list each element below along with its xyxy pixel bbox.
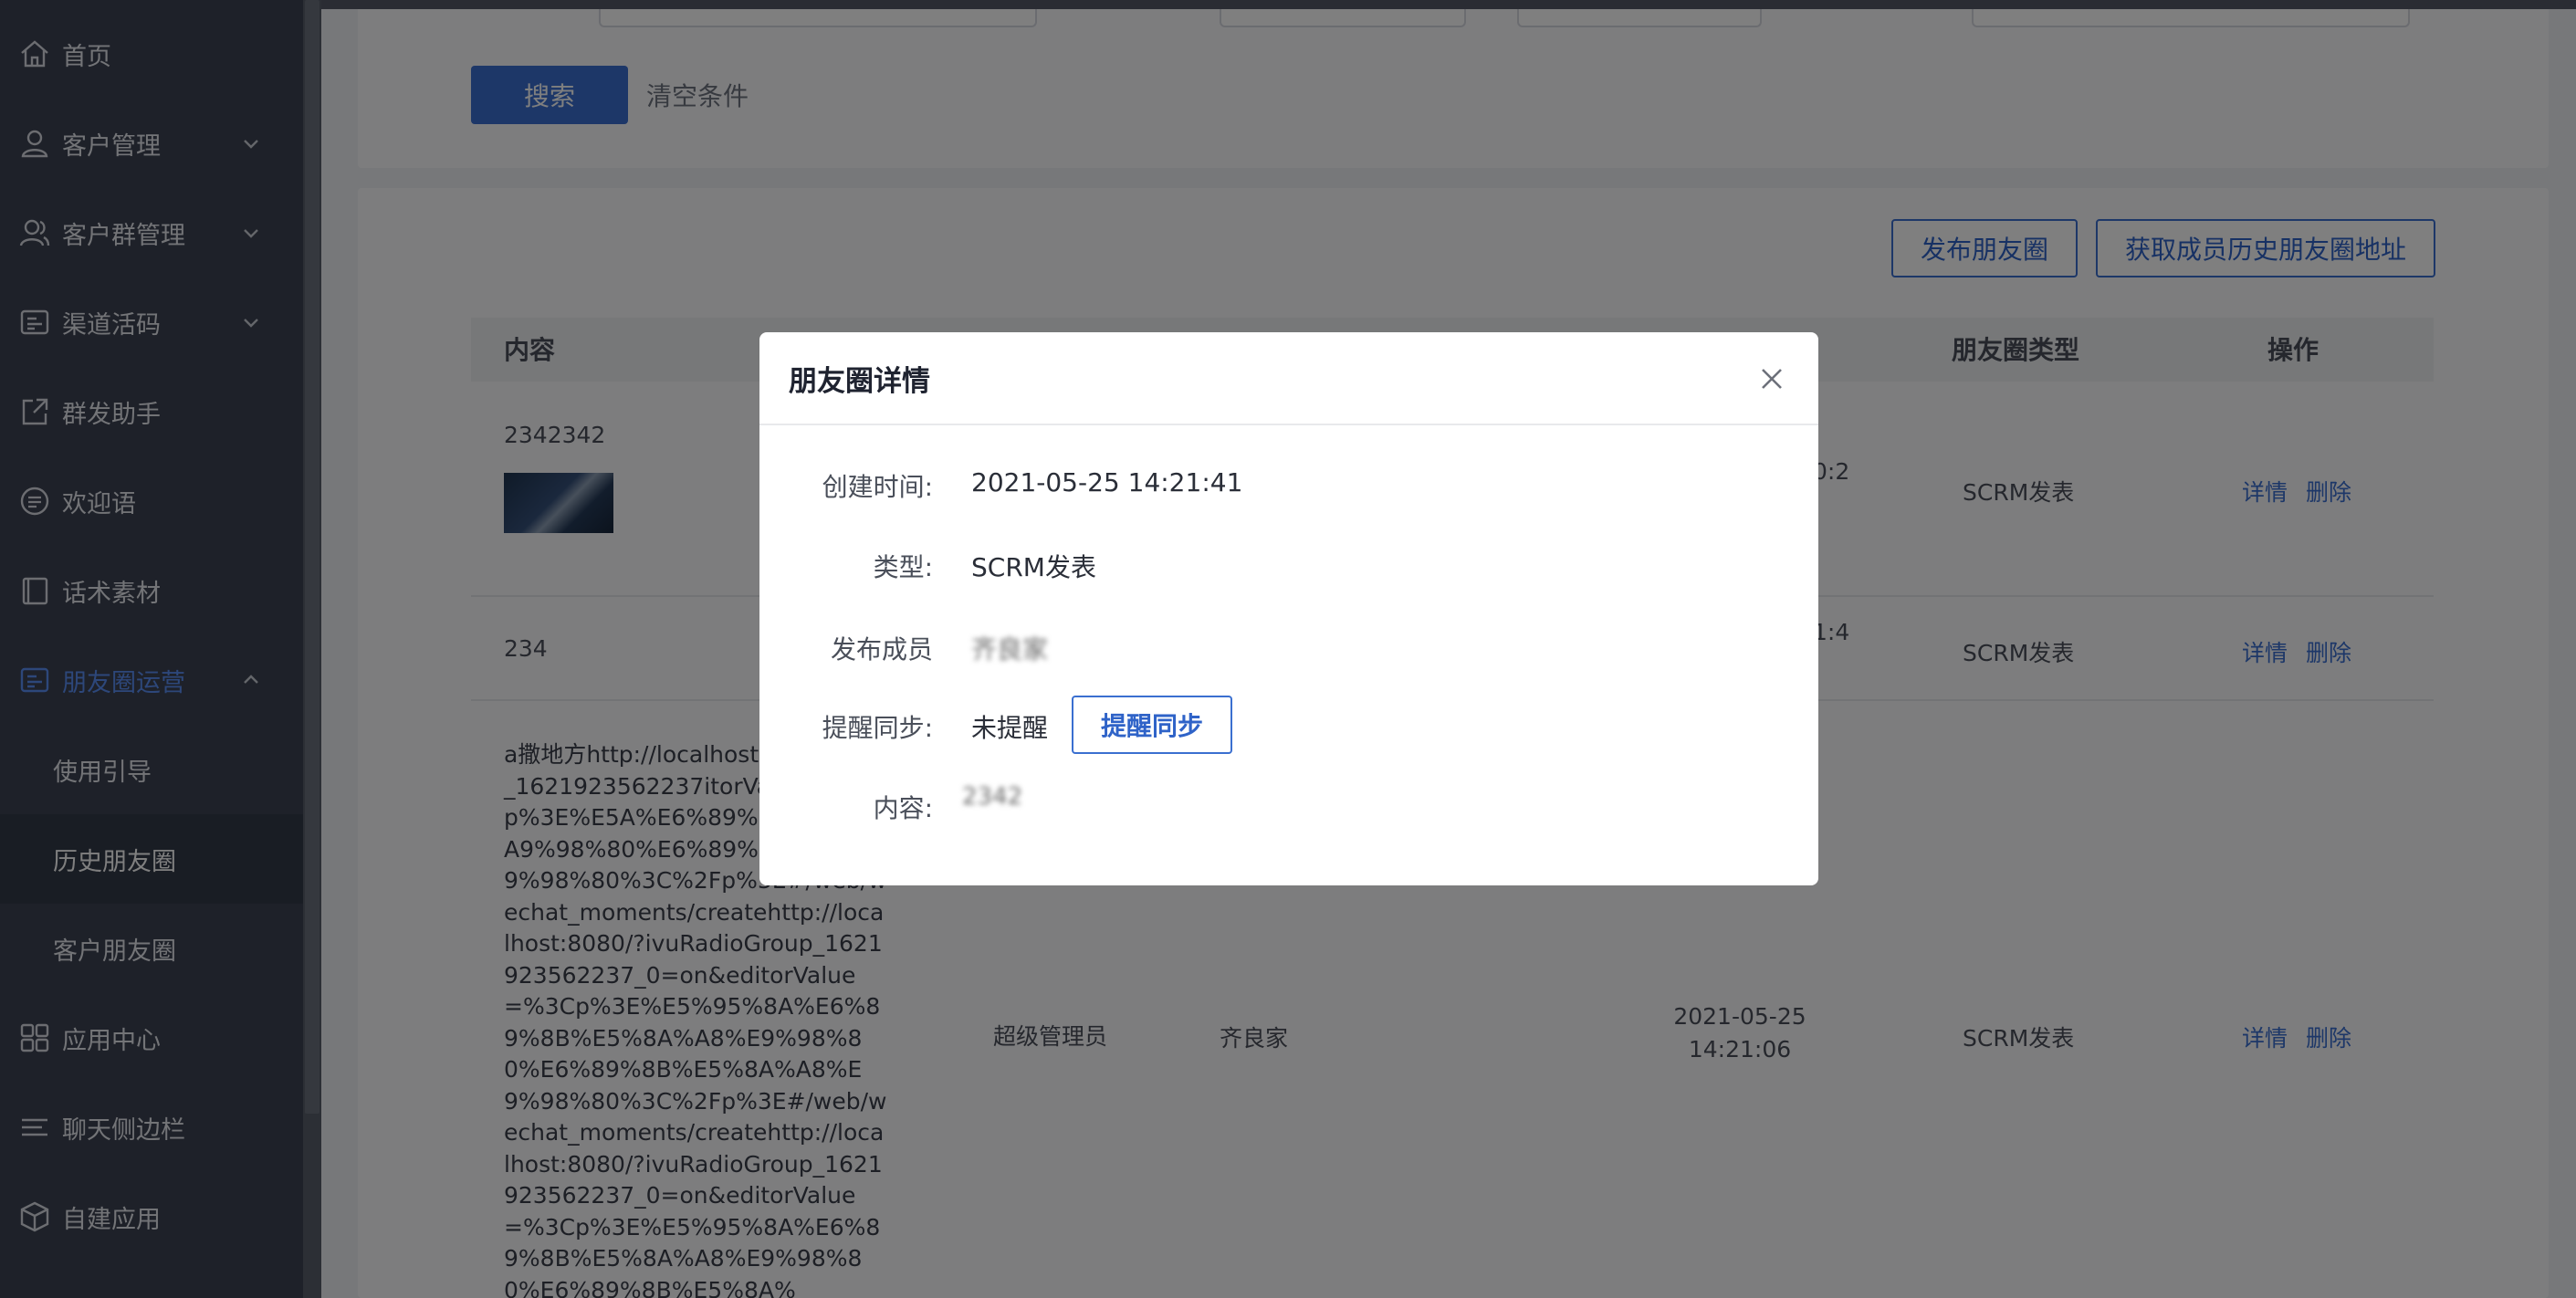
created-time-label: 创建时间:	[822, 472, 933, 502]
content-value: 2342	[962, 783, 1023, 811]
moments-detail-modal: 朋友圈详情 创建时间: 2021-05-25 14:21:41 类型: SCRM…	[759, 332, 1818, 885]
close-icon[interactable]	[1756, 363, 1787, 394]
modal-title: 朋友圈详情	[789, 365, 930, 398]
member-value: 齐良家	[971, 634, 1049, 665]
content-label: 内容:	[873, 793, 933, 823]
remind-sync-button[interactable]: 提醒同步	[1072, 696, 1232, 754]
type-value: SCRM发表	[971, 552, 1096, 582]
type-label: 类型:	[873, 552, 933, 582]
remind-sync-label: 提醒同步:	[822, 713, 933, 743]
modal-divider	[759, 424, 1818, 425]
remind-status-value: 未提醒	[971, 713, 1049, 743]
member-label: 发布成员	[830, 634, 933, 665]
created-time-value: 2021-05-25 14:21:41	[971, 467, 1243, 497]
